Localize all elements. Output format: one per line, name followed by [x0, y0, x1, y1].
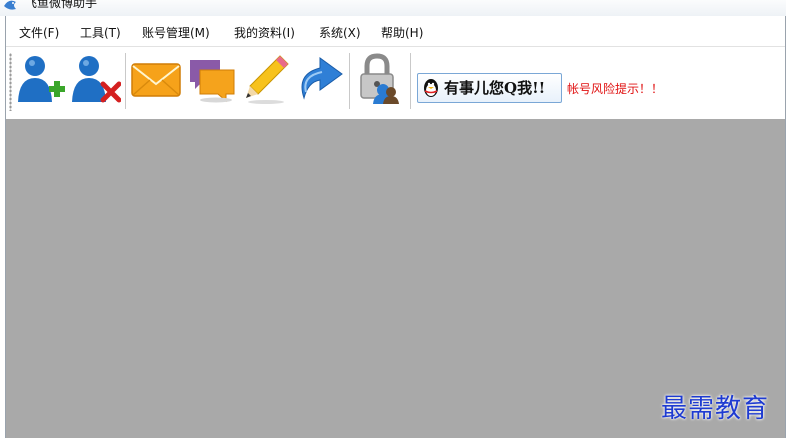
- watermark: 最需教育: [661, 394, 770, 424]
- app-fish-icon: [4, 0, 16, 10]
- remove-user-icon: [72, 56, 121, 103]
- menu-my-profile[interactable]: 我的资料(I): [234, 24, 295, 41]
- toolbar: 有事儿您Q我!! 帐号风险提示！！: [6, 46, 785, 120]
- account-lock-button[interactable]: [353, 52, 405, 106]
- toolbar-separator: [349, 53, 351, 109]
- lock-user-icon: [360, 53, 399, 104]
- edit-button[interactable]: [240, 52, 292, 106]
- menu-account-management[interactable]: 账号管理(M): [142, 24, 210, 41]
- menu-bar: 文件(F) 工具(T) 账号管理(M) 我的资料(I) 系统(X) 帮助(H): [6, 16, 785, 46]
- add-account-button[interactable]: [15, 52, 67, 106]
- add-user-icon: [18, 56, 65, 102]
- window-title: 飞鱼微博助手: [25, 0, 98, 10]
- menu-file[interactable]: 文件(F): [19, 24, 59, 41]
- forward-button[interactable]: [294, 52, 346, 106]
- menu-help[interactable]: 帮助(H): [381, 24, 423, 41]
- qq-contact-banner[interactable]: 有事儿您Q我!!: [417, 73, 562, 103]
- toolbar-separator: [410, 53, 412, 109]
- qq-penguin-icon: [424, 79, 438, 97]
- comment-button[interactable]: [186, 52, 238, 106]
- menu-system[interactable]: 系统(X): [319, 24, 361, 41]
- pencil-icon: [246, 55, 289, 104]
- title-bar: 飞鱼微博助手: [0, 0, 786, 16]
- mail-icon: [131, 63, 181, 97]
- send-message-button[interactable]: [130, 52, 182, 106]
- main-window: 文件(F) 工具(T) 账号管理(M) 我的资料(I) 系统(X) 帮助(H): [5, 16, 786, 438]
- remove-account-button[interactable]: [69, 52, 121, 106]
- toolbar-grip[interactable]: [9, 53, 12, 111]
- account-risk-link[interactable]: 帐号风险提示！！: [567, 80, 663, 97]
- menu-tools[interactable]: 工具(T): [80, 24, 121, 41]
- chat-icon: [190, 60, 235, 103]
- toolbar-separator: [125, 53, 127, 109]
- redo-icon: [301, 57, 343, 100]
- qq-banner-text: 有事儿您Q我!!: [444, 79, 546, 97]
